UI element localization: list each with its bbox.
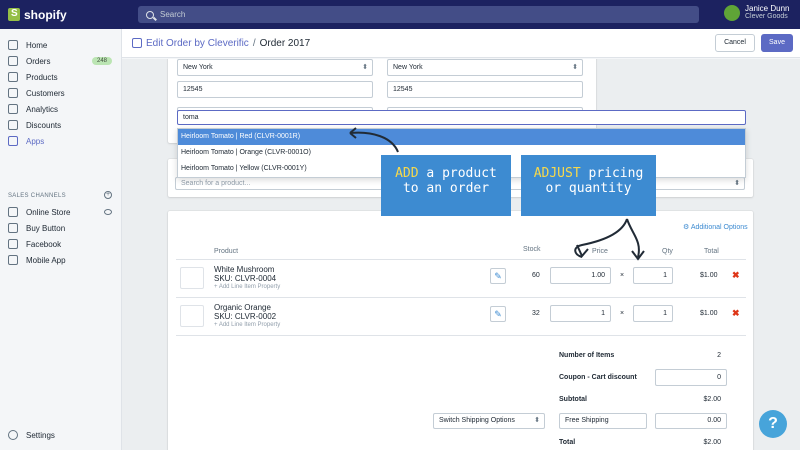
store-name: Clever Goods [745,13,788,20]
sales-channels-label: SALES CHANNELS [8,193,66,199]
sidebar-item-label: Buy Button [26,223,66,233]
help-button[interactable]: ? [759,410,787,438]
page-header: Edit Order by Cleverific / Order 2017 Canc… [122,29,800,58]
arrow-to-search-result [349,131,399,153]
sidebar-item-buy-button[interactable]: Buy Button [8,223,114,233]
discount-icon [8,120,18,130]
apps-icon [8,136,18,146]
avatar [724,4,740,21]
shopify-logo[interactable]: shopify [0,8,122,22]
mobile-app-icon [8,255,18,265]
orders-icon [8,56,18,66]
online-store-icon [8,207,18,217]
sidebar-item-mobile-app[interactable]: Mobile App [8,255,114,265]
sidebar-item-label: Customers [26,88,65,98]
shopify-bag-icon [8,8,20,21]
sidebar-item-analytics[interactable]: Analytics [8,104,114,114]
breadcrumb: Edit Order by Cleverific / Order 2017 [146,38,310,49]
search-placeholder: Search [160,10,186,19]
breadcrumb-separator: / [252,38,256,49]
sidebar: Home Orders 248 Products Customers Analy… [0,29,122,450]
top-bar: shopify Search Janice Dunn Clever Goods [0,0,800,29]
sidebar-item-online-store[interactable]: Online Store [8,207,114,217]
main-content: New York New York 12545 12545 Search for… [122,59,800,450]
add-channel-icon[interactable]: + [104,191,112,199]
home-icon [8,40,18,50]
sidebar-item-orders[interactable]: Orders 248 [8,56,114,66]
eye-icon[interactable] [104,209,112,215]
sidebar-item-label: Facebook [26,239,62,249]
sidebar-item-label: Online Store [26,207,71,217]
sidebar-item-settings[interactable]: Settings [8,430,114,440]
search-bar[interactable]: Search [138,6,699,23]
sidebar-item-customers[interactable]: Customers [8,88,114,98]
sidebar-item-facebook[interactable]: Facebook [8,239,114,249]
search-icon [146,10,154,19]
analytics-icon [8,104,18,114]
user-name: Janice Dunn [745,4,790,13]
sidebar-item-label: Mobile App [26,255,66,265]
annotation-arrows [349,127,645,261]
sidebar-item-label: Orders [26,56,51,66]
sidebar-item-label: Settings [26,430,55,440]
orders-count-badge: 248 [91,57,112,65]
sidebar-item-label: Home [26,40,48,50]
sidebar-item-apps[interactable]: Apps [8,136,114,146]
cancel-button[interactable]: Cancel [715,34,755,52]
gear-icon [8,430,18,440]
user-menu[interactable]: Janice Dunn Clever Goods [724,4,789,21]
breadcrumb-app-link[interactable]: Edit Order by Cleverific [146,38,249,49]
sidebar-item-home[interactable]: Home [8,40,114,50]
sidebar-item-label: Apps [26,136,45,146]
page-title: Order 2017 [259,38,311,49]
tag-icon [8,72,18,82]
sidebar-item-label: Products [26,72,58,82]
facebook-icon [8,239,18,249]
buy-button-icon [8,223,18,233]
sidebar-item-discounts[interactable]: Discounts [8,120,114,130]
sidebar-item-products[interactable]: Products [8,72,114,82]
sidebar-item-label: Analytics [26,104,59,114]
sidebar-item-label: Discounts [26,120,62,130]
edit-app-icon [132,38,142,48]
save-button[interactable]: Save [761,34,793,52]
customers-icon [8,88,18,98]
brand-name: shopify [24,7,67,22]
arrow-to-price [574,218,628,258]
arrowhead [576,244,589,258]
